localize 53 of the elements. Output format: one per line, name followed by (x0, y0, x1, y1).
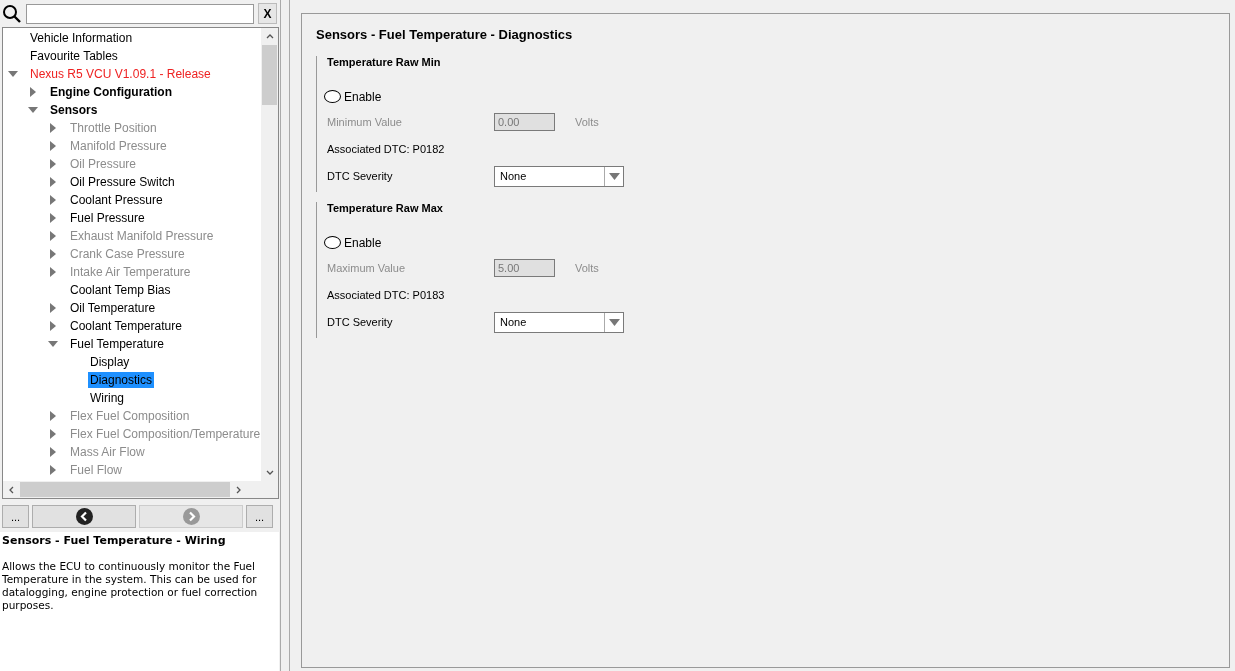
help-text: Allows the ECU to continuously monitor the Fuel Temperature in the system. This can be used for datalogging, engine protection or fuel correction purposes. (2, 560, 259, 612)
unit-label: Volts (575, 116, 599, 128)
field-label: Minimum Value (327, 116, 403, 128)
tree-item[interactable]: Oil Temperature (68, 300, 158, 316)
collapsed-arrow-icon[interactable] (48, 213, 58, 223)
collapsed-arrow-icon[interactable] (48, 177, 58, 187)
back-button[interactable] (32, 505, 136, 528)
page-title: Sensors - Fuel Temperature - Diagnostics (316, 27, 574, 42)
section-title: Temperature Raw Max (327, 202, 444, 214)
search-icon (2, 3, 22, 24)
unit-label: Volts (575, 262, 599, 274)
tree-item[interactable]: Engine Configuration (48, 84, 174, 100)
tree-item[interactable]: Coolant Temperature (68, 318, 184, 334)
expanded-arrow-icon[interactable] (8, 69, 18, 79)
search-field[interactable] (26, 3, 254, 24)
scroll-down-icon[interactable] (265, 470, 274, 475)
dtc-label: Associated DTC: P0182 (327, 142, 446, 157)
dtc-label: Associated DTC: P0183 (327, 288, 446, 303)
horizontal-scrollbar[interactable] (3, 481, 278, 498)
field-label: DTC Severity (327, 316, 394, 328)
scroll-right-icon[interactable] (236, 485, 241, 494)
dropdown-caret-icon (608, 172, 620, 180)
tree-item[interactable]: Coolant Temp Bias (68, 282, 173, 298)
tree-item[interactable]: Diagnostics (88, 372, 155, 388)
collapsed-arrow-icon[interactable] (48, 303, 58, 313)
tree-item[interactable]: Wiring (88, 390, 126, 406)
field-label: DTC Severity (327, 170, 394, 182)
dropdown-caret-icon (608, 318, 620, 326)
help-title: Sensors - Fuel Temperature - Wiring (2, 534, 227, 547)
tree-item[interactable]: Vehicle Information (28, 30, 135, 46)
tree-item[interactable]: Nexus R5 VCU V1.09.1 - Release (28, 66, 213, 82)
tree-item[interactable]: Fuel Pressure (68, 210, 147, 226)
scroll-left-icon[interactable] (9, 485, 14, 494)
collapsed-arrow-icon[interactable] (28, 87, 38, 97)
tree-item[interactable]: Sensors (48, 102, 100, 118)
scroll-up-icon[interactable] (265, 34, 274, 39)
clear-search-button[interactable]: X (258, 3, 277, 24)
more-button[interactable]: ... (246, 505, 273, 528)
tree-item[interactable]: Coolant Pressure (68, 192, 165, 208)
collapsed-arrow-icon[interactable] (48, 195, 58, 205)
tree-item[interactable]: Fuel Temperature (68, 336, 166, 352)
expanded-arrow-icon[interactable] (48, 339, 58, 349)
tree-item[interactable]: Favourite Tables (28, 48, 120, 64)
expanded-arrow-icon[interactable] (28, 105, 38, 115)
vertical-scrollbar[interactable] (261, 28, 278, 481)
tree-item[interactable]: Display (88, 354, 132, 370)
scrollbar-thumb[interactable] (20, 482, 230, 497)
collapsed-arrow-icon[interactable] (48, 321, 58, 331)
more-button[interactable]: ... (2, 505, 29, 528)
tree-item[interactable]: Oil Pressure Switch (68, 174, 177, 190)
scrollbar-thumb[interactable] (262, 45, 277, 105)
field-label: Maximum Value (327, 262, 407, 274)
section-title: Temperature Raw Min (327, 56, 442, 68)
